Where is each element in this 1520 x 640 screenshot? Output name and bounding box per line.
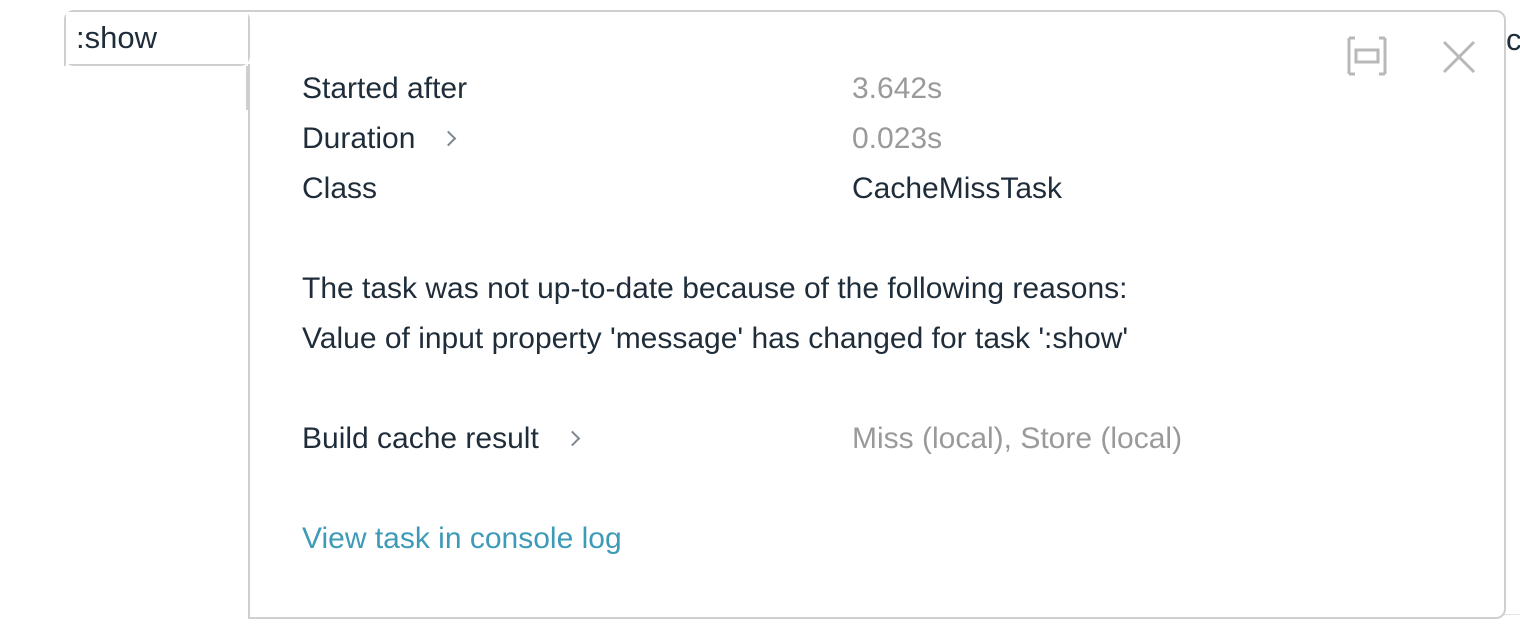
chevron-right-icon [441, 130, 457, 146]
collapse-expand-icon[interactable] [1346, 36, 1388, 81]
reasons-heading: The task was not up-to-date because of t… [302, 272, 1128, 305]
class-label: Class [302, 172, 378, 205]
duration-toggle[interactable]: Duration [302, 121, 457, 157]
task-tab-label: :show [76, 20, 157, 55]
chevron-right-icon [564, 430, 581, 446]
background-text-peek: c [1506, 22, 1520, 57]
duration-value: 0.023s [852, 122, 943, 155]
task-details-popover [64, 10, 1506, 619]
popover-left-cutout [0, 66, 248, 626]
build-cache-value: Miss (local), Store (local) [852, 422, 1183, 455]
view-console-log-link[interactable]: View task in console log [302, 521, 622, 557]
popover-connector [246, 66, 250, 110]
duration-label: Duration [302, 122, 416, 155]
close-icon[interactable] [1442, 40, 1476, 79]
build-cache-label: Build cache result [302, 422, 539, 455]
reason-item: Value of input property 'message' has ch… [302, 322, 1129, 355]
started-after-value: 3.642s [852, 72, 943, 105]
started-after-label: Started after [302, 72, 468, 105]
build-cache-toggle[interactable]: Build cache result [302, 421, 581, 457]
popover-left-border [248, 64, 250, 619]
class-value: CacheMissTask [852, 172, 1063, 205]
